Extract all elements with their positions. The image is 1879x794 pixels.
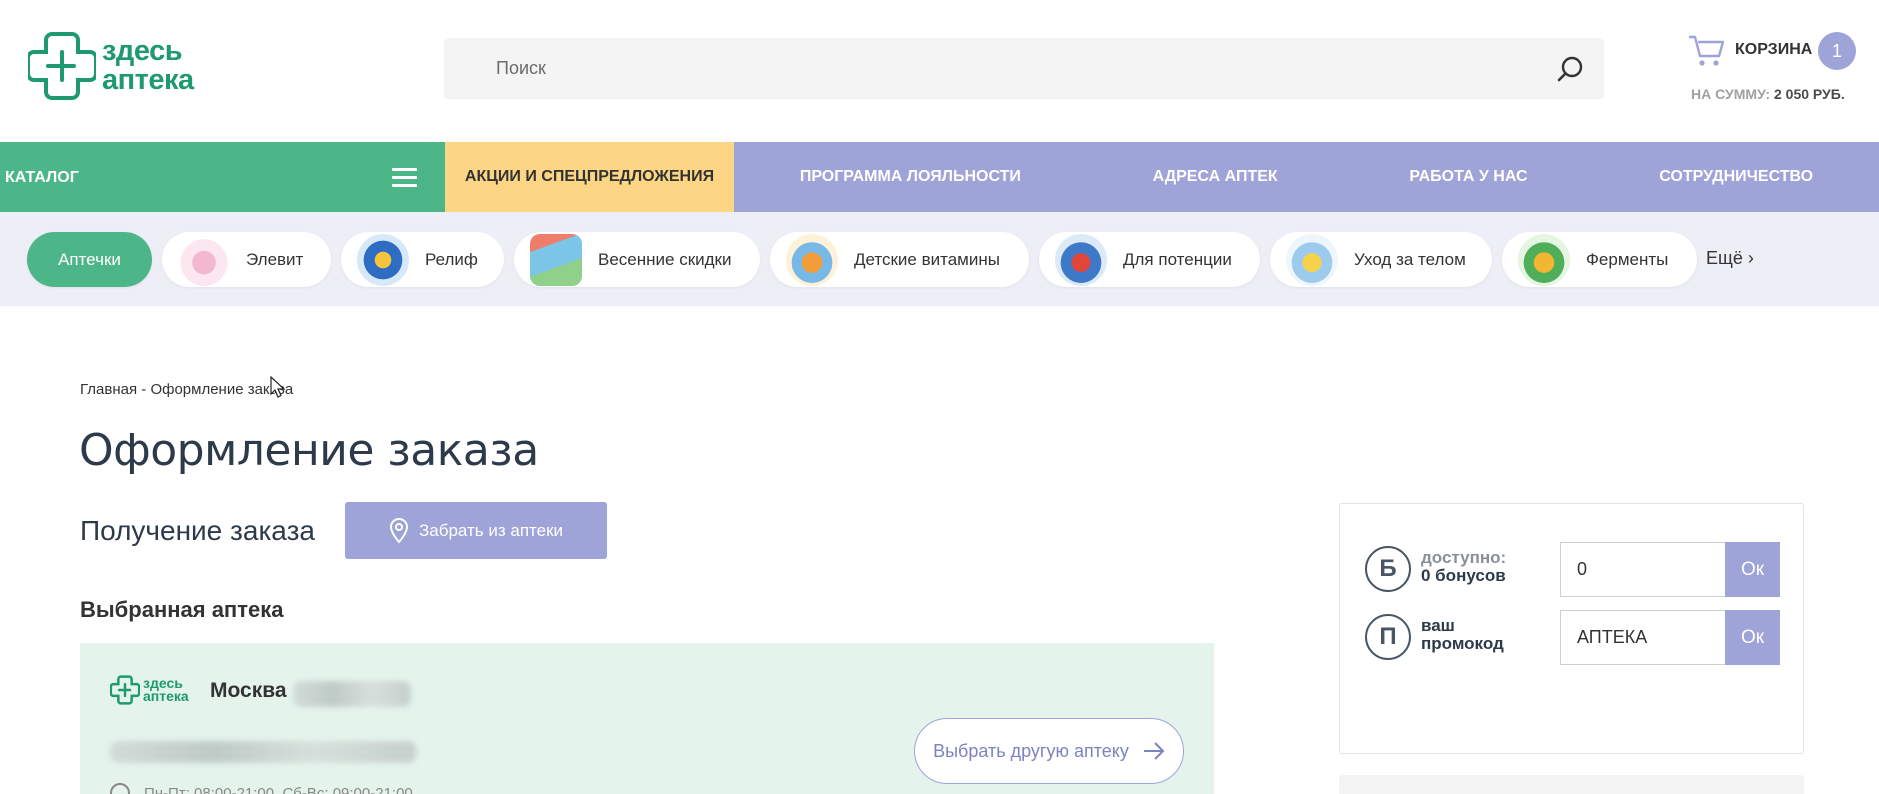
category-chips: Аптечки Элевит Релиф Весенние скидки Дет…: [0, 212, 1879, 306]
pharmacy-hours: Пн-Пт: 08:00-21:00, Сб-Вс: 09:00-21:00: [110, 783, 413, 794]
chip-label: Для потенции: [1123, 249, 1232, 269]
chips-more-link[interactable]: Ещё ›: [1706, 248, 1754, 269]
location-pin-icon: [389, 517, 408, 544]
chip-first-aid-kits[interactable]: Аптечки: [27, 232, 152, 287]
menu-burger-icon: [392, 168, 417, 187]
pharmacy-cross-icon: [110, 675, 140, 705]
search-bar: [444, 38, 1604, 99]
order-side-panel: Б доступно: 0 бонусов Ок П ваш промокод …: [1339, 503, 1804, 754]
page-title: Оформление заказа: [79, 425, 539, 476]
pharmacy-logo: здесь аптека: [110, 675, 189, 705]
bonus-input[interactable]: [1560, 542, 1725, 597]
search-input[interactable]: [444, 38, 1544, 99]
site-header: здесь аптека КОРЗИНА 1 НА СУММУ: 2 050 Р…: [0, 0, 1879, 142]
catalog-button[interactable]: КАТАЛОГ: [0, 142, 445, 212]
chip-elevit[interactable]: Элевит: [162, 232, 331, 287]
nav-link-loyalty[interactable]: ПРОГРАММА ЛОЯЛЬНОСТИ: [800, 168, 1021, 186]
cart-sum-label: НА СУММУ:: [1691, 86, 1771, 102]
promo-label-your: ваш: [1421, 616, 1455, 635]
main-nav: КАТАЛОГ АКЦИИ И СПЕЦПРЕДЛОЖЕНИЯ ПРОГРАММ…: [0, 142, 1879, 212]
pharmacy-city: Москва: [210, 679, 287, 702]
change-pharmacy-label: Выбрать другую аптеку: [933, 740, 1129, 761]
cart-icon: [1689, 35, 1725, 66]
pharmacy-logo-line-2: аптека: [143, 688, 189, 704]
chip-kids-vitamins[interactable]: Детские витамины: [770, 232, 1029, 287]
pickup-button-label: Забрать из аптеки: [418, 520, 564, 540]
chip-relief[interactable]: Релиф: [341, 232, 504, 287]
pickup-from-pharmacy-button[interactable]: Забрать из аптеки: [345, 502, 607, 559]
arrow-right-icon: [1143, 742, 1165, 760]
nav-links: ПРОГРАММА ЛОЯЛЬНОСТИ АДРЕСА АПТЕК РАБОТА…: [734, 142, 1879, 212]
cart-sum-value: 2 050 РУБ.: [1773, 86, 1845, 102]
body-care-icon: [1286, 233, 1338, 286]
selected-pharmacy-card: здесь аптека Москва Выбрать другую аптек…: [80, 643, 1214, 794]
mouse-cursor-icon: [270, 376, 286, 398]
pharmacy-hours-text: Пн-Пт: 08:00-21:00, Сб-Вс: 09:00-21:00: [144, 784, 413, 794]
chip-body-care[interactable]: Уход за телом: [1270, 232, 1492, 287]
receive-section-label: Получение заказа: [80, 515, 315, 546]
chip-label: Аптечки: [58, 249, 121, 269]
chosen-pharmacy-label: Выбранная аптека: [80, 597, 284, 622]
promo-info: ваш промокод: [1421, 617, 1504, 653]
bonus-label-amount: 0 бонусов: [1421, 566, 1506, 585]
spring-sale-icon: [530, 233, 582, 286]
choose-another-pharmacy-button[interactable]: Выбрать другую аптеку: [914, 718, 1184, 784]
nav-link-addresses[interactable]: АДРЕСА АПТЕК: [1153, 168, 1278, 186]
chip-potency[interactable]: Для потенции: [1039, 232, 1260, 287]
nav-link-jobs[interactable]: РАБОТА У НАС: [1409, 168, 1527, 186]
bonus-apply-button[interactable]: Ок: [1725, 542, 1780, 597]
catalog-label: КАТАЛОГ: [5, 169, 79, 186]
promo-apply-button[interactable]: Ок: [1725, 610, 1780, 665]
logo-cross-icon: [28, 32, 96, 100]
enzymes-product-icon: [1518, 233, 1570, 286]
chip-enzymes[interactable]: Ферменты: [1502, 232, 1697, 287]
chips-more-label: Ещё: [1706, 248, 1743, 268]
logo-text: здесь аптека: [102, 37, 194, 95]
kids-vitamins-icon: [786, 233, 838, 286]
order-summary-panel: [1339, 775, 1804, 794]
promo-row: П ваш промокод Ок: [1365, 610, 1780, 665]
relief-product-icon: [357, 233, 409, 286]
elevit-product-icon: [178, 233, 230, 286]
breadcrumb: Главная - Оформление заказа: [80, 381, 293, 398]
promo-letter-icon: П: [1365, 614, 1411, 660]
nav-promo-link[interactable]: АКЦИИ И СПЕЦПРЕДЛОЖЕНИЯ: [445, 142, 734, 212]
bonus-label-available: доступно:: [1421, 548, 1507, 567]
clock-icon: [110, 783, 130, 794]
search-icon[interactable]: [1556, 54, 1586, 84]
chevron-right-icon: ›: [1747, 248, 1754, 268]
pharmacy-logo-text: здесь аптека: [143, 676, 189, 704]
nav-link-partnership[interactable]: СОТРУДНИЧЕСТВО: [1659, 168, 1813, 186]
bonus-row: Б доступно: 0 бонусов Ок: [1365, 542, 1780, 597]
chip-label: Детские витамины: [854, 249, 1000, 269]
breadcrumb-home[interactable]: Главная: [80, 381, 137, 398]
logo[interactable]: здесь аптека: [28, 30, 194, 102]
promo-code-input[interactable]: [1560, 610, 1725, 665]
chip-label: Ферменты: [1586, 249, 1669, 269]
chip-label: Релиф: [425, 249, 478, 269]
bonus-letter-icon: Б: [1365, 546, 1411, 592]
pharmacy-details-redacted: [110, 741, 416, 763]
cart-count-badge[interactable]: 1: [1818, 32, 1856, 70]
chip-spring-sale[interactable]: Весенние скидки: [514, 232, 760, 287]
bonus-info: доступно: 0 бонусов: [1421, 549, 1506, 585]
promo-label-code: промокод: [1421, 634, 1504, 653]
breadcrumb-separator: -: [137, 381, 151, 398]
chip-label: Весенние скидки: [598, 249, 732, 269]
cart-label: КОРЗИНА: [1735, 41, 1813, 58]
cart-sum: НА СУММУ: 2 050 РУБ.: [1691, 86, 1845, 102]
chip-label: Уход за телом: [1354, 249, 1466, 269]
pharmacy-address-redacted: [293, 681, 411, 707]
potency-product-icon: [1055, 233, 1107, 286]
logo-line-2: аптека: [102, 64, 194, 96]
chip-label: Элевит: [246, 249, 304, 269]
logo-line-1: здесь: [102, 35, 183, 67]
